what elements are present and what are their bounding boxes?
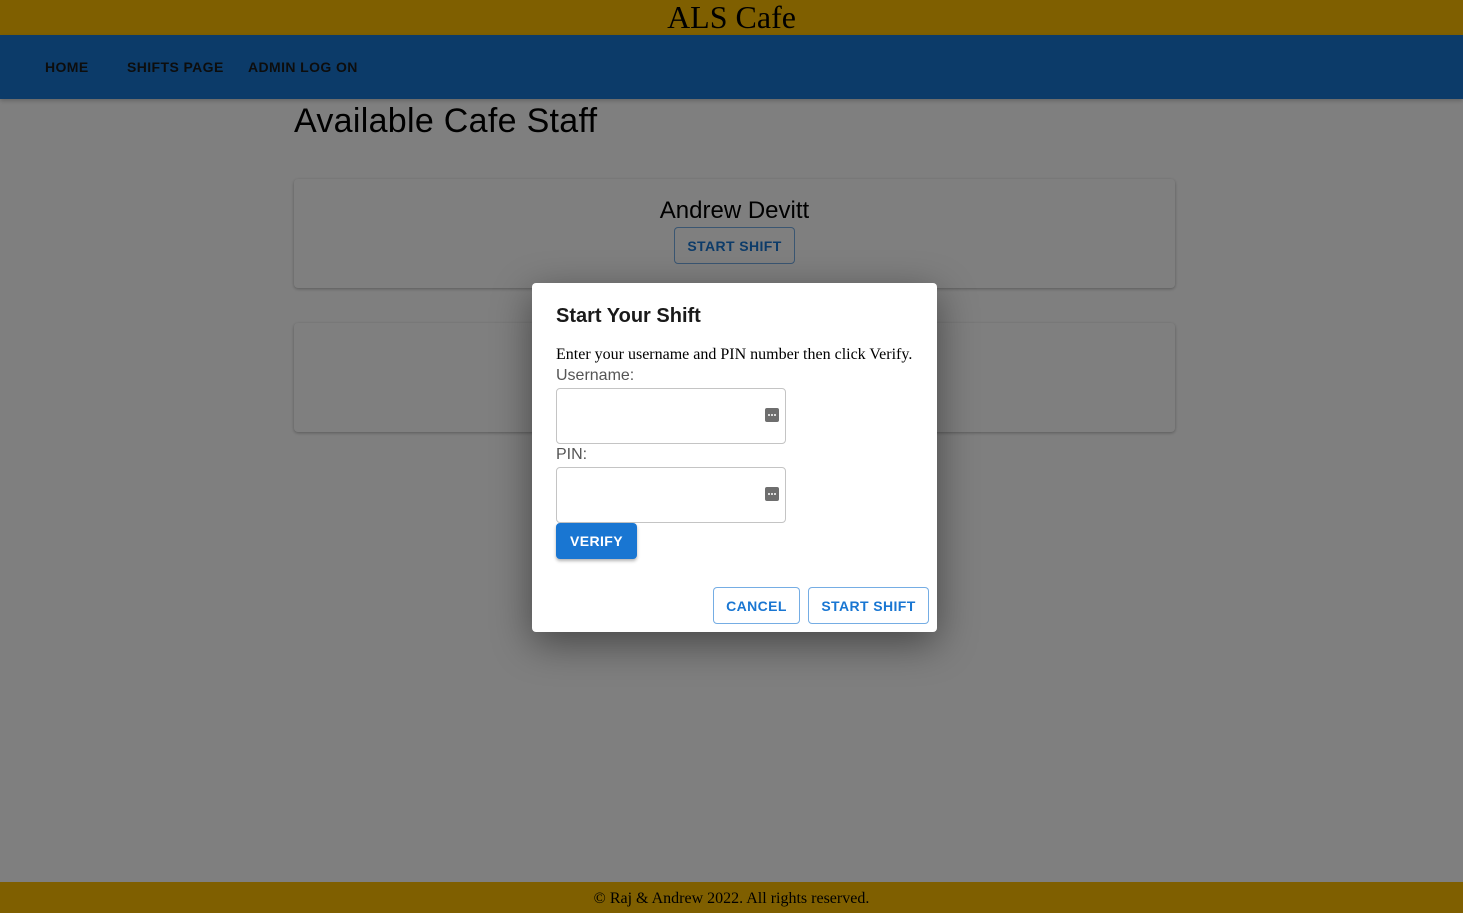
pin-input[interactable]	[557, 468, 785, 522]
username-label: Username:	[556, 367, 635, 384]
username-field-box	[556, 388, 786, 444]
dialog-instructions: Enter your username and PIN number then …	[556, 346, 913, 363]
password-manager-icon[interactable]	[765, 487, 779, 501]
dialog-start-shift-button[interactable]: START SHIFT	[808, 587, 929, 624]
verify-button[interactable]: VERIFY	[556, 523, 637, 559]
pin-label: PIN:	[556, 446, 588, 463]
username-input[interactable]	[557, 389, 785, 443]
pin-field-box	[556, 467, 786, 523]
password-manager-icon[interactable]	[765, 408, 779, 422]
start-shift-dialog: Start Your Shift Enter your username and…	[532, 283, 937, 632]
dialog-title: Start Your Shift	[556, 305, 701, 327]
cancel-button[interactable]: CANCEL	[713, 587, 800, 624]
